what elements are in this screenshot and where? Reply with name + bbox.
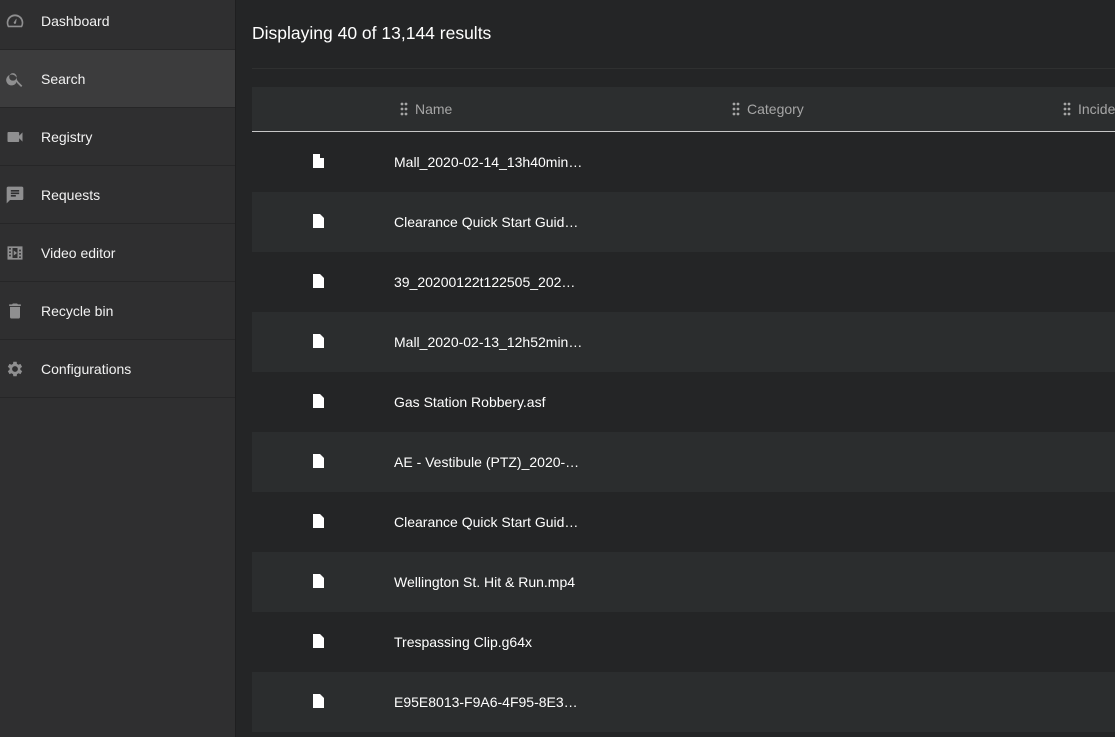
results-count: Displaying 40 of 13,144 results — [252, 23, 492, 43]
dashboard-icon — [5, 11, 25, 31]
file-icon — [313, 514, 324, 528]
table-row[interactable]: AE - Vestibule (PTZ)_2020-… — [252, 432, 1115, 492]
sidebar-item-configurations[interactable]: Configurations — [0, 340, 235, 398]
column-header-label: Name — [415, 101, 453, 117]
search-icon — [5, 69, 25, 89]
column-header-label: Incide — [1078, 101, 1115, 117]
file-name: Clearance Quick Start Guid… — [394, 514, 579, 530]
table-row[interactable]: Clearance Quick Start Guid… — [252, 492, 1115, 552]
file-name: AE - Vestibule (PTZ)_2020-… — [394, 454, 580, 470]
column-header-category[interactable]: Category — [732, 101, 804, 117]
sidebar-item-label: Recycle bin — [41, 302, 114, 319]
sidebar-item-search[interactable]: Search — [0, 50, 235, 108]
file-icon — [313, 334, 324, 348]
sidebar-item-label: Search — [41, 70, 86, 87]
file-icon — [313, 694, 324, 708]
file-icon — [313, 454, 324, 468]
results-table: Name Category Incide Mall_2020-02-14_13h… — [252, 87, 1115, 732]
sidebar-item-requests[interactable]: Requests — [0, 166, 235, 224]
sidebar-item-recycle-bin[interactable]: Recycle bin — [0, 282, 235, 340]
table-body: Mall_2020-02-14_13h40min… Clearance Quic… — [252, 132, 1115, 732]
sidebar-item-registry[interactable]: Registry — [0, 108, 235, 166]
column-header-name[interactable]: Name — [400, 101, 452, 117]
file-name: Clearance Quick Start Guid… — [394, 214, 579, 230]
file-name: Mall_2020-02-13_12h52min… — [394, 334, 583, 350]
file-name: Mall_2020-02-14_13h40min… — [394, 154, 583, 170]
sidebar: Dashboard Search Registry Requests Video… — [0, 0, 236, 737]
app: Dashboard Search Registry Requests Video… — [0, 0, 1115, 737]
gear-icon — [5, 359, 25, 379]
trash-icon — [5, 301, 25, 321]
sidebar-item-dashboard[interactable]: Dashboard — [0, 0, 235, 50]
table-header: Name Category Incide — [252, 87, 1115, 132]
table-row[interactable]: Gas Station Robbery.asf — [252, 372, 1115, 432]
column-header-incident[interactable]: Incide — [1063, 101, 1115, 117]
table-row[interactable]: Mall_2020-02-14_13h40min… — [252, 132, 1115, 192]
sidebar-item-label: Requests — [41, 186, 101, 203]
video-editor-icon — [5, 243, 25, 263]
drag-handle-icon[interactable] — [1063, 102, 1071, 116]
table-row[interactable]: Wellington St. Hit & Run.mp4 — [252, 552, 1115, 612]
file-name: Wellington St. Hit & Run.mp4 — [394, 574, 576, 590]
sidebar-item-label: Video editor — [41, 244, 116, 261]
request-icon — [5, 185, 25, 205]
table-row[interactable]: 39_20200122t122505_202… — [252, 252, 1115, 312]
table-row[interactable]: Clearance Quick Start Guid… — [252, 192, 1115, 252]
results-header: Displaying 40 of 13,144 results — [252, 0, 1115, 69]
column-header-label: Category — [747, 101, 804, 117]
sidebar-item-label: Registry — [41, 128, 93, 145]
file-icon — [313, 154, 324, 168]
sidebar-item-video-editor[interactable]: Video editor — [0, 224, 235, 282]
file-icon — [313, 634, 324, 648]
video-camera-icon — [5, 127, 25, 147]
sidebar-item-label: Configurations — [41, 360, 132, 377]
file-icon — [313, 394, 324, 408]
drag-handle-icon[interactable] — [400, 102, 408, 116]
table-row[interactable]: Mall_2020-02-13_12h52min… — [252, 312, 1115, 372]
drag-handle-icon[interactable] — [732, 102, 740, 116]
file-name: Trespassing Clip.g64x — [394, 634, 532, 650]
sidebar-item-label: Dashboard — [41, 12, 110, 29]
file-icon — [313, 574, 324, 588]
file-name: E95E8013-F9A6-4F95-8E3B… — [394, 694, 584, 710]
file-icon — [313, 214, 324, 228]
file-name: 39_20200122t122505_202… — [394, 274, 576, 290]
file-icon — [313, 274, 324, 288]
file-name: Gas Station Robbery.asf — [394, 394, 546, 410]
table-row[interactable]: E95E8013-F9A6-4F95-8E3B… — [252, 672, 1115, 732]
main-content: Displaying 40 of 13,144 results Name Cat… — [236, 0, 1115, 737]
table-row[interactable]: Trespassing Clip.g64x — [252, 612, 1115, 672]
